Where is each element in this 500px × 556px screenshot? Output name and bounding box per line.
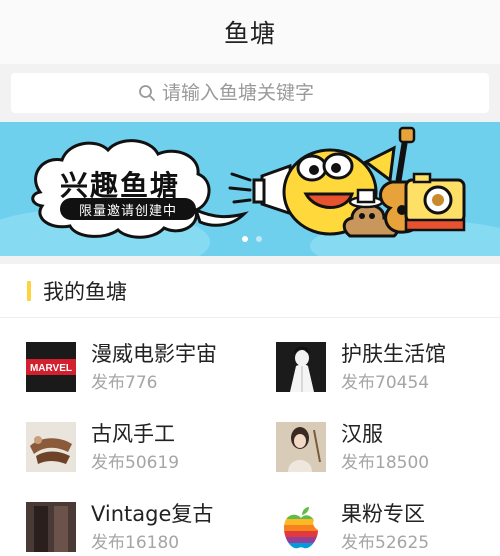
pond-post-count: 发布50619	[91, 453, 180, 473]
section-accent-bar	[27, 280, 31, 301]
fashion-illustration-thumbnail	[276, 342, 326, 392]
apple-logo-thumbnail	[276, 502, 326, 552]
pond-item-apple[interactable]: 果粉专区 发布52625	[276, 502, 500, 556]
pond-post-count: 发布16180	[91, 533, 180, 553]
pond-name: 护肤生活馆	[341, 342, 446, 366]
marvel-logo-thumbnail: MARVEL	[26, 342, 76, 392]
divider	[0, 256, 500, 264]
carousel-dot[interactable]	[256, 236, 262, 242]
section-header: 我的鱼塘	[0, 264, 500, 318]
pond-name: 果粉专区	[341, 502, 425, 526]
craft-photo-thumbnail	[26, 422, 76, 472]
section-title: 我的鱼塘	[43, 279, 127, 304]
pond-name: 古风手工	[91, 422, 175, 446]
pond-post-count: 发布18500	[341, 453, 430, 473]
pond-item-skincare[interactable]: 护肤生活馆 发布70454	[276, 342, 500, 422]
vintage-photo-thumbnail	[26, 502, 76, 552]
search-bar	[0, 64, 500, 122]
page-title: 鱼塘	[223, 19, 276, 48]
pond-name: 汉服	[341, 422, 383, 446]
pond-item-vintage[interactable]: Vintage复古 发布16180	[26, 502, 266, 556]
pond-item-hanfu[interactable]: 汉服 发布18500	[276, 422, 500, 502]
search-input[interactable]	[162, 82, 362, 104]
banner-subtitle: 限量邀请创建中	[60, 198, 196, 220]
carousel-dot[interactable]	[242, 236, 248, 242]
carousel-indicator	[242, 236, 262, 242]
search-box[interactable]	[11, 73, 489, 113]
pond-post-count: 发布70454	[341, 373, 430, 393]
pond-name: 漫威电影宇宙	[91, 342, 217, 366]
pond-name: Vintage复古	[91, 502, 214, 526]
pond-item-craft[interactable]: 古风手工 发布50619	[26, 422, 266, 502]
marvel-logo-text: MARVEL	[30, 363, 72, 374]
pond-post-count: 发布52625	[341, 533, 430, 553]
hanfu-photo-thumbnail	[276, 422, 326, 472]
search-icon	[139, 85, 155, 101]
top-bar: 鱼塘	[0, 0, 500, 64]
pond-post-count: 发布776	[91, 373, 158, 393]
pond-item-marvel[interactable]: MARVEL 漫威电影宇宙 发布776	[26, 342, 266, 422]
